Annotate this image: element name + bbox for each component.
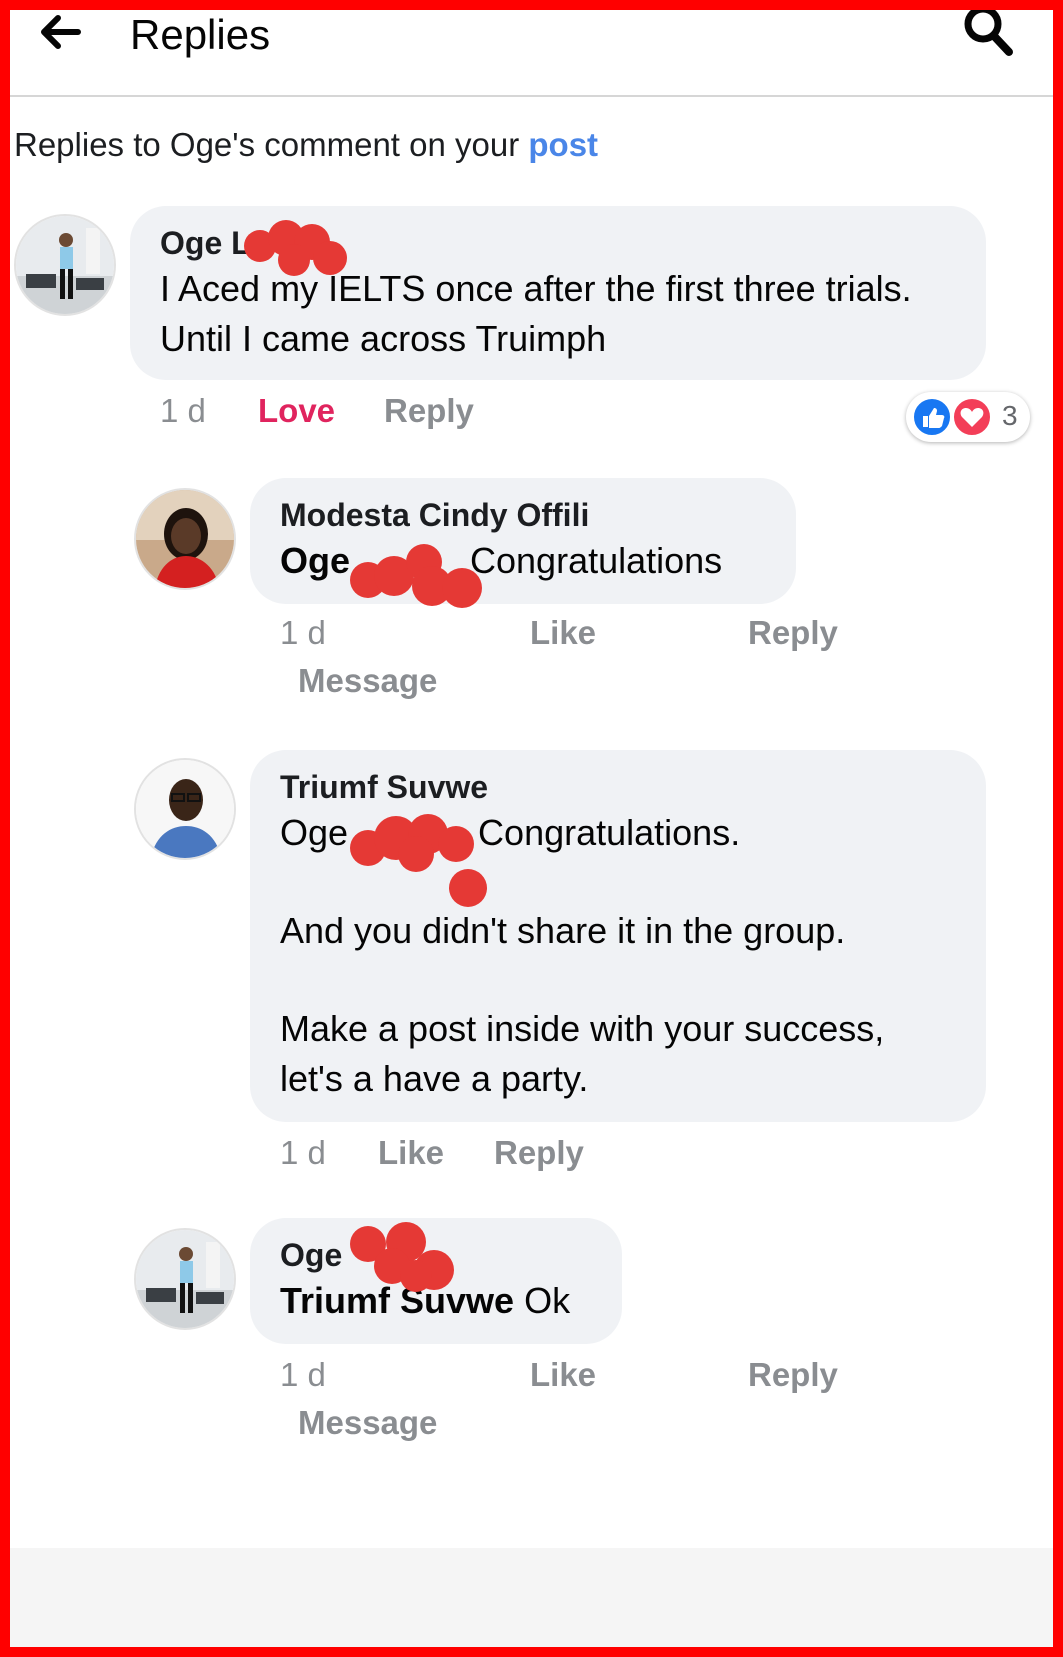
avatar-photo [136, 1230, 234, 1328]
reply-button[interactable]: Reply [748, 1356, 838, 1394]
reply-message: Ok [524, 1280, 571, 1321]
reply-button[interactable]: Reply [494, 1134, 584, 1172]
replies-context: Replies to Oge's comment on your post [14, 126, 598, 164]
message-button[interactable]: Message [298, 1404, 437, 1442]
love-icon [952, 397, 992, 437]
reply-bubble[interactable]: Modesta Cindy Offili Oge Congratulations [250, 478, 796, 604]
reply-line-4: let's a have a party. [280, 1058, 589, 1099]
reply-bubble[interactable]: Triumf Suvwe Oge Congratulations. And you… [250, 750, 986, 1122]
reply-button[interactable]: Reply [384, 392, 474, 430]
reply-line-1: Congratulations. [478, 812, 741, 853]
like-button[interactable]: Like [378, 1134, 444, 1172]
search-icon[interactable] [959, 6, 1019, 64]
reply-author[interactable]: Modesta Cindy Offili [280, 494, 766, 536]
reply-line-3: Make a post inside with your success, [280, 1008, 885, 1049]
mention-tag[interactable]: Oge [280, 812, 348, 853]
avatar-oge[interactable] [134, 1228, 236, 1330]
avatar-photo [136, 490, 234, 588]
redaction-mark [350, 544, 482, 608]
avatar-oge[interactable] [14, 214, 116, 316]
avatar-modesta[interactable] [134, 488, 236, 590]
screen-frame: Replies Replies to Oge's comment on your… [0, 0, 1063, 1657]
comment-time: 1 d [160, 392, 206, 429]
like-button[interactable]: Like [530, 614, 596, 652]
mention-tag[interactable]: Oge [280, 540, 350, 581]
post-link[interactable]: post [528, 126, 598, 163]
avatar-triumf[interactable] [134, 758, 236, 860]
redaction-mark [350, 814, 487, 907]
avatar-photo [16, 216, 114, 314]
replies-context-text: Replies to Oge's comment on your [14, 126, 529, 163]
reply-button[interactable]: Reply [748, 614, 838, 652]
reply-time: 1 d [280, 1134, 326, 1171]
reply-message: Congratulations [470, 540, 723, 581]
reply-time: 1 d [280, 614, 326, 651]
reaction-summary[interactable]: 3 [906, 392, 1030, 442]
like-button[interactable]: Like [530, 1356, 596, 1394]
like-icon [912, 397, 952, 437]
reply-line-2: And you didn't share it in the group. [280, 910, 846, 951]
back-arrow-icon[interactable] [34, 10, 84, 56]
reply-time: 1 d [280, 1356, 326, 1393]
redaction-mark [244, 220, 347, 276]
reply-author[interactable]: Triumf Suvwe [280, 766, 956, 808]
page-title: Replies [130, 11, 271, 58]
bottom-area [10, 1548, 1053, 1647]
message-button[interactable]: Message [298, 662, 437, 700]
app-header: Replies [10, 10, 1053, 97]
redaction-mark [350, 1222, 454, 1292]
avatar-photo [136, 760, 234, 858]
reaction-count: 3 [1002, 400, 1018, 431]
love-reaction-button[interactable]: Love [258, 392, 335, 430]
